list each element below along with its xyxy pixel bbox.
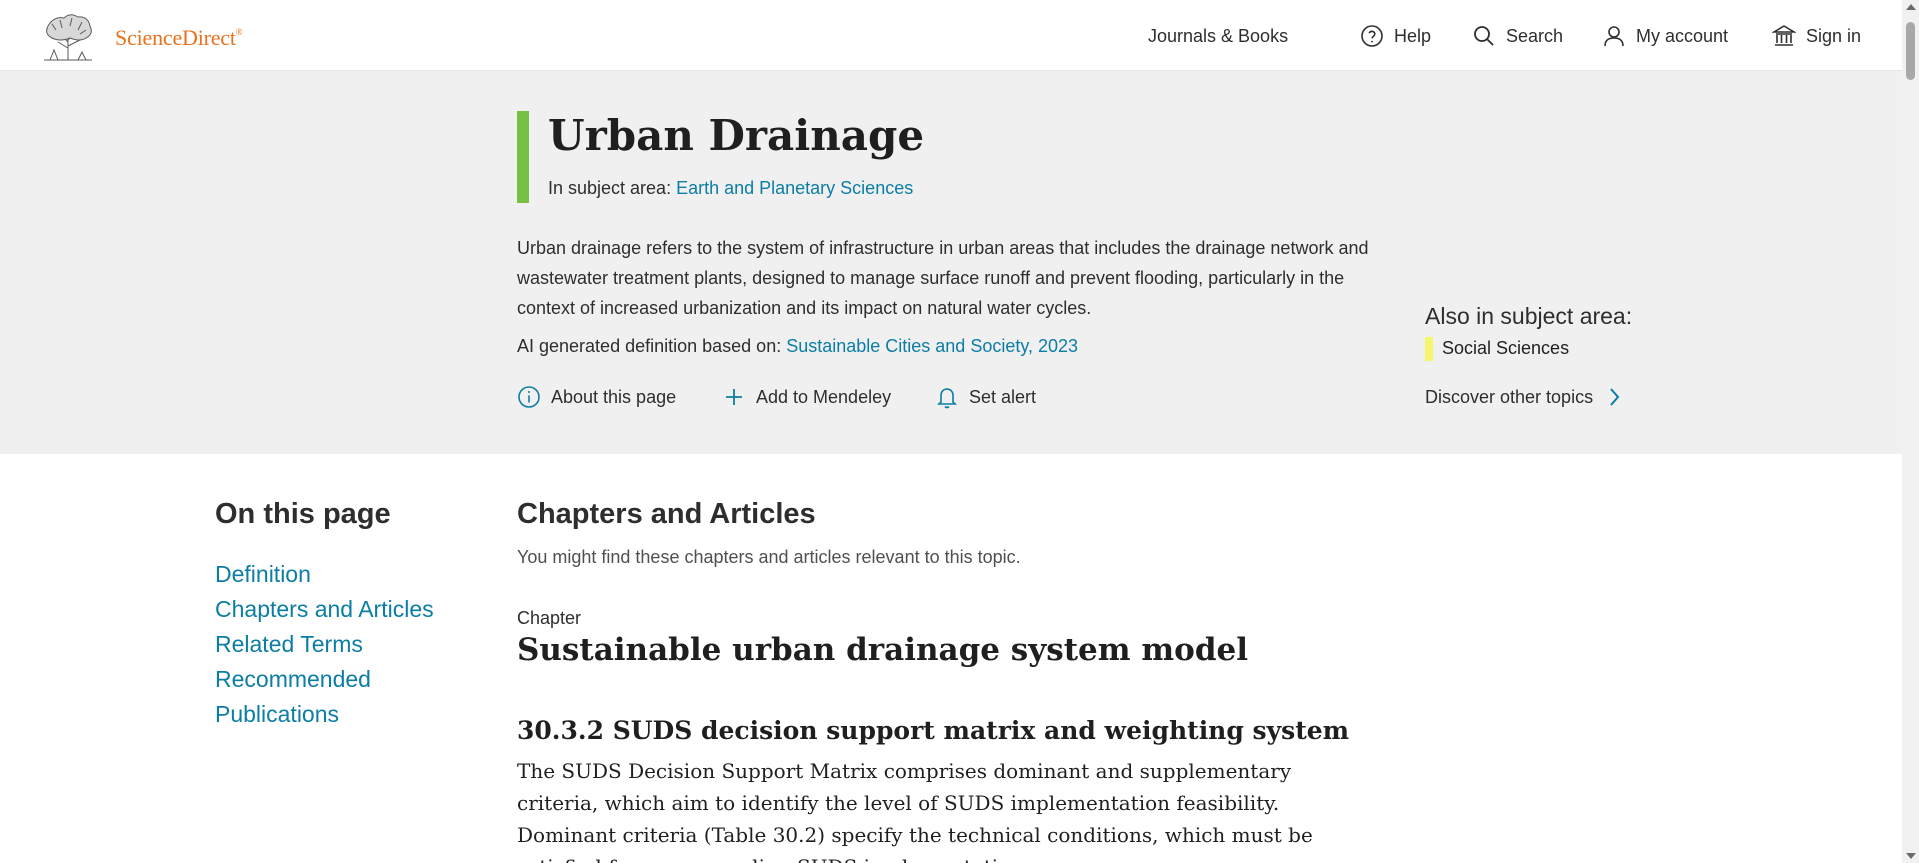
search-icon xyxy=(1474,26,1494,46)
content-type-label: Chapter xyxy=(517,608,582,628)
about-this-page-label: About this page xyxy=(551,386,677,407)
toc-item-chapters-articles[interactable]: Chapters and Articles xyxy=(215,592,434,627)
bell-icon xyxy=(937,388,957,409)
toc-item-publications[interactable]: Publications xyxy=(215,697,434,732)
toc-item-definition[interactable]: Definition xyxy=(215,557,434,592)
chapter-excerpt: The SUDS Decision Support Matrix compris… xyxy=(517,759,1313,863)
scroll-up-arrow-icon[interactable] xyxy=(1906,4,1916,10)
on-this-page-title: On this page xyxy=(215,498,391,530)
add-to-mendeley-label: Add to Mendeley xyxy=(756,386,892,407)
nav-my-account[interactable]: My account xyxy=(1602,22,1728,50)
ai-source-link[interactable]: Sustainable Cities and Society, 2023 xyxy=(786,336,1078,356)
scrollbar-thumb[interactable] xyxy=(1906,22,1915,80)
also-in-subject-area-title: Also in subject area: xyxy=(1425,303,1633,329)
add-to-mendeley-button[interactable]: Add to Mendeley xyxy=(722,384,891,410)
set-alert-label: Set alert xyxy=(969,386,1037,407)
nav-journals-books[interactable]: Journals & Books xyxy=(1148,22,1288,50)
page-scrollbar[interactable] xyxy=(1902,0,1919,863)
nav-sign-in-label: Sign in xyxy=(1806,25,1862,46)
elsevier-tree-logo-icon[interactable] xyxy=(40,12,96,62)
ai-source-prefix: AI generated definition based on: xyxy=(517,336,787,356)
chevron-right-icon xyxy=(1610,388,1620,406)
info-icon xyxy=(518,386,540,408)
plus-icon xyxy=(726,389,742,405)
nav-search-label: Search xyxy=(1506,25,1564,46)
nav-sign-in[interactable]: Sign in xyxy=(1772,22,1861,50)
user-icon xyxy=(1604,26,1624,47)
help-circle-icon xyxy=(1361,25,1383,47)
discover-other-topics-link[interactable]: Discover other topics xyxy=(1425,384,1623,410)
sciencedirect-logo-text[interactable]: ScienceDirect® xyxy=(115,25,243,51)
brand-trademark: ® xyxy=(235,27,243,37)
nav-my-account-label: My account xyxy=(1636,25,1729,46)
nav-help[interactable]: Help xyxy=(1360,22,1431,50)
nav-journals-books-label: Journals & Books xyxy=(1148,25,1289,46)
page-title: Urban Drainage xyxy=(548,111,925,160)
subject-area-line: In subject area: Earth and Planetary Sci… xyxy=(548,178,913,199)
subsection-title: 30.3.2 SUDS decision support matrix and … xyxy=(517,716,1350,745)
discover-other-topics-label: Discover other topics xyxy=(1425,386,1594,407)
scroll-down-arrow-icon[interactable] xyxy=(1906,853,1916,859)
top-navigation-bar: ScienceDirect® Journals & Books Help Sea… xyxy=(0,0,1902,71)
about-this-page-button[interactable]: About this page xyxy=(517,384,676,410)
nav-help-label: Help xyxy=(1394,25,1432,46)
chapters-articles-subtitle: You might find these chapters and articl… xyxy=(517,547,1021,567)
on-this-page-nav: Definition Chapters and Articles Related… xyxy=(215,557,434,732)
toc-item-recommended[interactable]: Recommended xyxy=(215,662,434,697)
also-subject-social-sciences[interactable]: Social Sciences xyxy=(1442,338,1569,359)
topic-hero: Urban Drainage In subject area: Earth an… xyxy=(0,71,1902,454)
brand-name: ScienceDirect xyxy=(115,25,236,50)
chapter-title-link[interactable]: Sustainable urban drainage system model xyxy=(517,632,1248,668)
topic-definition: Urban drainage refers to the system of i… xyxy=(517,238,1369,318)
chapters-articles-heading: Chapters and Articles xyxy=(517,498,816,530)
institution-icon xyxy=(1772,25,1796,46)
ai-definition-source: AI generated definition based on: Sustai… xyxy=(517,336,1078,357)
subject-area-link[interactable]: Earth and Planetary Sciences xyxy=(676,178,913,198)
nav-search[interactable]: Search xyxy=(1472,22,1563,50)
subject-area-prefix: In subject area: xyxy=(548,178,677,198)
toc-item-related-terms[interactable]: Related Terms xyxy=(215,627,434,662)
title-accent-bar xyxy=(517,111,529,203)
social-sciences-accent-bar xyxy=(1425,337,1433,361)
set-alert-button[interactable]: Set alert xyxy=(935,384,1036,410)
